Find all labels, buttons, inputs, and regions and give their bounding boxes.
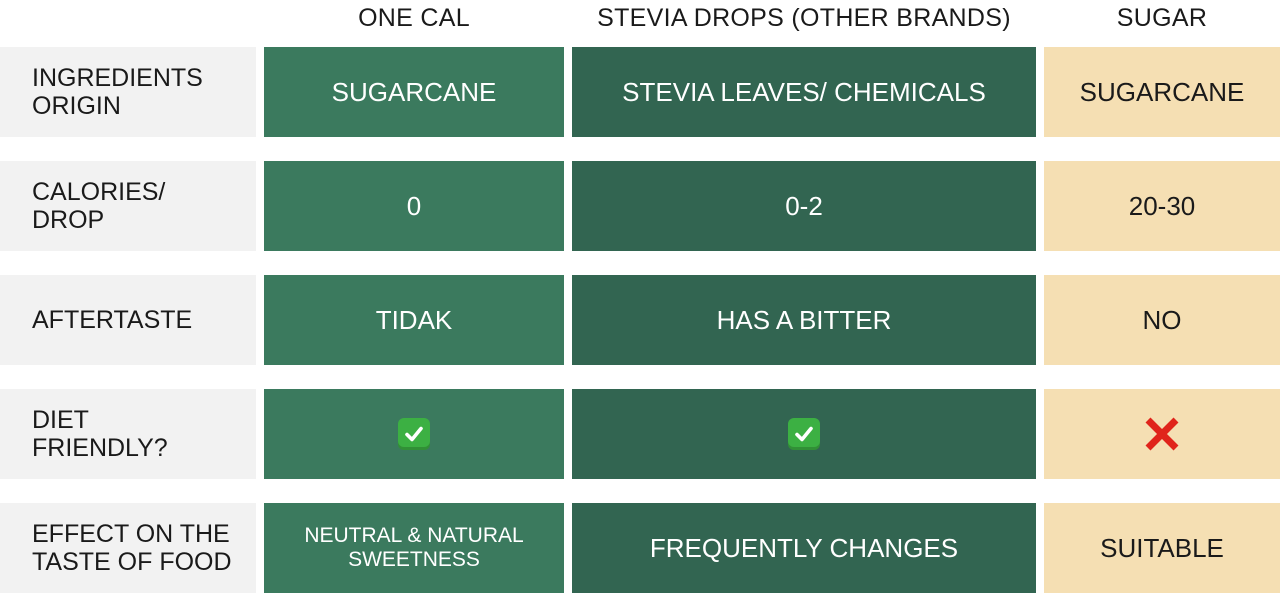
cell-sugar-aftertaste: NO xyxy=(1044,275,1280,365)
cell-one-cal-aftertaste: TIDAK xyxy=(264,275,564,365)
cell-sugar-ingredients: SUGARCANE xyxy=(1044,47,1280,137)
cell-one-cal-ingredients: SUGARCANE xyxy=(264,47,564,137)
cell-stevia-aftertaste: HAS A BITTER xyxy=(572,275,1036,365)
cell-one-cal-taste: NEUTRAL & NATURAL SWEETNESS xyxy=(264,503,564,593)
row-label-aftertaste: AFTERTASTE xyxy=(0,275,256,365)
cell-stevia-diet xyxy=(572,389,1036,479)
check-mark-icon xyxy=(398,418,430,450)
row-label-taste-effect: EFFECT ON THE TASTE OF FOOD xyxy=(0,503,256,593)
check-mark-icon xyxy=(788,418,820,450)
cell-one-cal-diet xyxy=(264,389,564,479)
column-header-one-cal: ONE CAL xyxy=(358,4,470,32)
row-label-ingredients-origin: INGREDIENTS ORIGIN xyxy=(0,47,256,137)
cell-stevia-taste: FREQUENTLY CHANGES xyxy=(572,503,1036,593)
column-header-stevia: STEVIA DROPS (OTHER BRANDS) xyxy=(597,4,1011,32)
cell-stevia-ingredients: STEVIA LEAVES/ CHEMICALS xyxy=(572,47,1036,137)
cross-mark-icon xyxy=(1142,414,1182,454)
cell-sugar-taste: SUITABLE xyxy=(1044,503,1280,593)
cell-stevia-calories: 0-2 xyxy=(572,161,1036,251)
column-header-sugar: SUGAR xyxy=(1116,4,1208,32)
cell-sugar-diet xyxy=(1044,389,1280,479)
cell-one-cal-calories: 0 xyxy=(264,161,564,251)
cell-sugar-calories: 20-30 xyxy=(1044,161,1280,251)
row-label-calories: CALORIES/ DROP xyxy=(0,161,256,251)
row-label-diet-friendly: DIET FRIENDLY? xyxy=(0,389,256,479)
